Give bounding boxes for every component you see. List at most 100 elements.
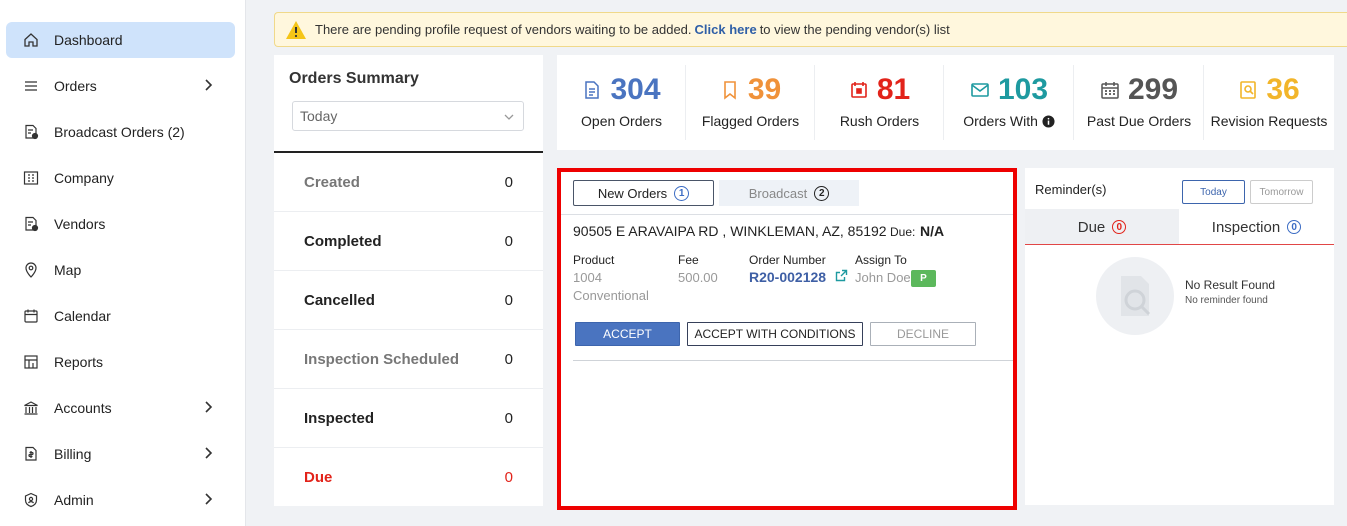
today-button[interactable]: Today bbox=[1182, 180, 1245, 204]
reminders-card: Reminder(s) Today Tomorrow Due 0 Inspect… bbox=[1025, 168, 1334, 505]
sidebar-item-orders[interactable]: Orders bbox=[6, 68, 235, 104]
shield-icon bbox=[22, 491, 40, 509]
sidebar-item-label: Broadcast Orders (2) bbox=[54, 124, 185, 140]
summary-row-cancelled[interactable]: Cancelled 0 bbox=[274, 271, 543, 330]
period-select[interactable]: Today bbox=[292, 101, 524, 131]
bookmark-icon bbox=[724, 81, 736, 100]
accept-button[interactable]: ACCEPT bbox=[575, 322, 680, 346]
tab-label: New Orders bbox=[597, 185, 668, 201]
sidebar-item-map[interactable]: Map bbox=[6, 252, 235, 288]
summary-row-count: 0 bbox=[504, 409, 513, 427]
sidebar-item-company[interactable]: Company bbox=[6, 160, 235, 196]
document-icon bbox=[585, 81, 600, 99]
sidebar: Dashboard Orders Broadcast Orders (2) Co… bbox=[0, 0, 246, 526]
stat-label: Revision Requests bbox=[1210, 113, 1328, 129]
alert-text: There are pending profile request of ven… bbox=[315, 22, 692, 37]
reminders-title: Reminder(s) bbox=[1035, 182, 1107, 197]
decline-button[interactable]: DECLINE bbox=[870, 322, 976, 346]
product-code: 1004 bbox=[573, 270, 602, 285]
fee-value: 500.00 bbox=[678, 270, 718, 285]
summary-row-label: Completed bbox=[304, 232, 382, 250]
sidebar-item-label: Reports bbox=[54, 354, 104, 370]
stat-rush-orders[interactable]: 81 Rush Orders bbox=[815, 55, 944, 150]
order-number-label: Order Number bbox=[749, 253, 826, 267]
chevron-right-icon bbox=[205, 447, 213, 459]
stat-value: 39 bbox=[747, 73, 782, 106]
tab-due[interactable]: Due 0 bbox=[1025, 209, 1179, 245]
billing-icon bbox=[22, 445, 40, 463]
sidebar-item-label: Calendar bbox=[54, 308, 111, 324]
envelope-icon bbox=[971, 83, 989, 97]
assign-to-value: John Doe bbox=[855, 270, 911, 285]
stat-label: Open Orders bbox=[581, 113, 662, 129]
stat-value: 81 bbox=[876, 73, 911, 106]
product-type: Conventional bbox=[573, 288, 649, 303]
sidebar-item-label: Orders bbox=[54, 78, 97, 94]
priority-badge: P bbox=[911, 270, 936, 287]
chevron-right-icon bbox=[205, 493, 213, 505]
sidebar-item-dashboard[interactable]: Dashboard bbox=[6, 22, 235, 58]
alert-text-after: to view the pending vendor(s) list bbox=[759, 22, 950, 37]
summary-row-count: 0 bbox=[504, 173, 513, 191]
stat-revision-requests[interactable]: 36 Revision Requests bbox=[1204, 55, 1334, 150]
summary-row-due[interactable]: Due 0 bbox=[274, 448, 543, 507]
external-link-icon[interactable] bbox=[835, 269, 848, 282]
divider bbox=[561, 214, 1013, 215]
stat-flagged-orders[interactable]: 39 Flagged Orders bbox=[686, 55, 815, 150]
summary-row-label: Inspected bbox=[304, 409, 375, 427]
summary-row-label: Created bbox=[304, 173, 360, 191]
tab-new-orders[interactable]: New Orders 1 bbox=[573, 180, 714, 206]
product-value: 1004 Conventional bbox=[573, 269, 649, 305]
sidebar-item-admin[interactable]: Admin bbox=[6, 482, 235, 518]
accept-with-conditions-button[interactable]: ACCEPT WITH CONDITIONS bbox=[687, 322, 863, 346]
summary-row-label: Due bbox=[304, 469, 333, 486]
stat-label: Past Due Orders bbox=[1086, 113, 1192, 129]
sidebar-item-broadcast-orders[interactable]: Broadcast Orders (2) bbox=[6, 114, 235, 150]
summary-row-count: 0 bbox=[504, 232, 513, 250]
tab-inspection[interactable]: Inspection 0 bbox=[1179, 209, 1334, 245]
stat-label: Rush Orders bbox=[839, 113, 920, 129]
tab-broadcast[interactable]: Broadcast 2 bbox=[719, 180, 859, 206]
summary-row-inspection-scheduled[interactable]: Inspection Scheduled 0 bbox=[274, 330, 543, 389]
calendar-icon bbox=[22, 307, 40, 325]
sidebar-item-accounts[interactable]: Accounts bbox=[6, 390, 235, 426]
sidebar-item-calendar[interactable]: Calendar bbox=[6, 298, 235, 334]
stat-label-wrap: Orders With bbox=[944, 113, 1074, 129]
bank-icon bbox=[22, 399, 40, 417]
broadcast-doc-icon bbox=[22, 123, 40, 141]
sidebar-item-label: Dashboard bbox=[54, 32, 123, 48]
empty-state-title: No Result Found bbox=[1185, 278, 1276, 292]
info-icon[interactable] bbox=[1042, 115, 1055, 128]
stat-open-orders[interactable]: 304 Open Orders bbox=[557, 55, 686, 150]
no-result-illustration-icon bbox=[1096, 257, 1174, 335]
sidebar-item-label: Accounts bbox=[54, 400, 112, 416]
sidebar-item-reports[interactable]: Reports bbox=[6, 344, 235, 380]
summary-row-count: 0 bbox=[504, 469, 513, 486]
home-icon bbox=[22, 31, 40, 49]
summary-row-label: Cancelled bbox=[304, 291, 375, 309]
sidebar-item-label: Admin bbox=[54, 492, 94, 508]
divider bbox=[573, 360, 1013, 361]
stat-value: 36 bbox=[1266, 73, 1300, 106]
summary-row-created[interactable]: Created 0 bbox=[274, 153, 543, 212]
sidebar-item-vendors[interactable]: Vendors bbox=[6, 206, 235, 242]
sidebar-item-billing[interactable]: Billing bbox=[6, 436, 235, 472]
pending-vendors-alert: There are pending profile request of ven… bbox=[274, 12, 1347, 47]
summary-row-count: 0 bbox=[504, 291, 513, 309]
sidebar-item-label: Map bbox=[54, 262, 82, 278]
rush-calendar-icon bbox=[851, 82, 867, 98]
tomorrow-button[interactable]: Tomorrow bbox=[1250, 180, 1313, 204]
summary-row-inspected[interactable]: Inspected 0 bbox=[274, 389, 543, 448]
count-badge: 1 bbox=[674, 185, 690, 201]
order-number-link[interactable]: R20-002128 bbox=[749, 269, 826, 285]
list-icon bbox=[22, 77, 40, 95]
chevron-down-icon bbox=[504, 114, 514, 120]
fee-label: Fee bbox=[678, 253, 699, 267]
vendor-doc-icon bbox=[22, 215, 40, 233]
stat-past-due-orders[interactable]: 299 Past Due Orders bbox=[1074, 55, 1204, 150]
stat-orders-with[interactable]: 103 Orders With bbox=[944, 55, 1074, 150]
alert-link[interactable]: Click here bbox=[695, 22, 757, 37]
summary-row-completed[interactable]: Completed 0 bbox=[274, 212, 543, 271]
count-badge: 2 bbox=[814, 185, 830, 201]
orders-summary-title: Orders Summary bbox=[289, 70, 419, 87]
